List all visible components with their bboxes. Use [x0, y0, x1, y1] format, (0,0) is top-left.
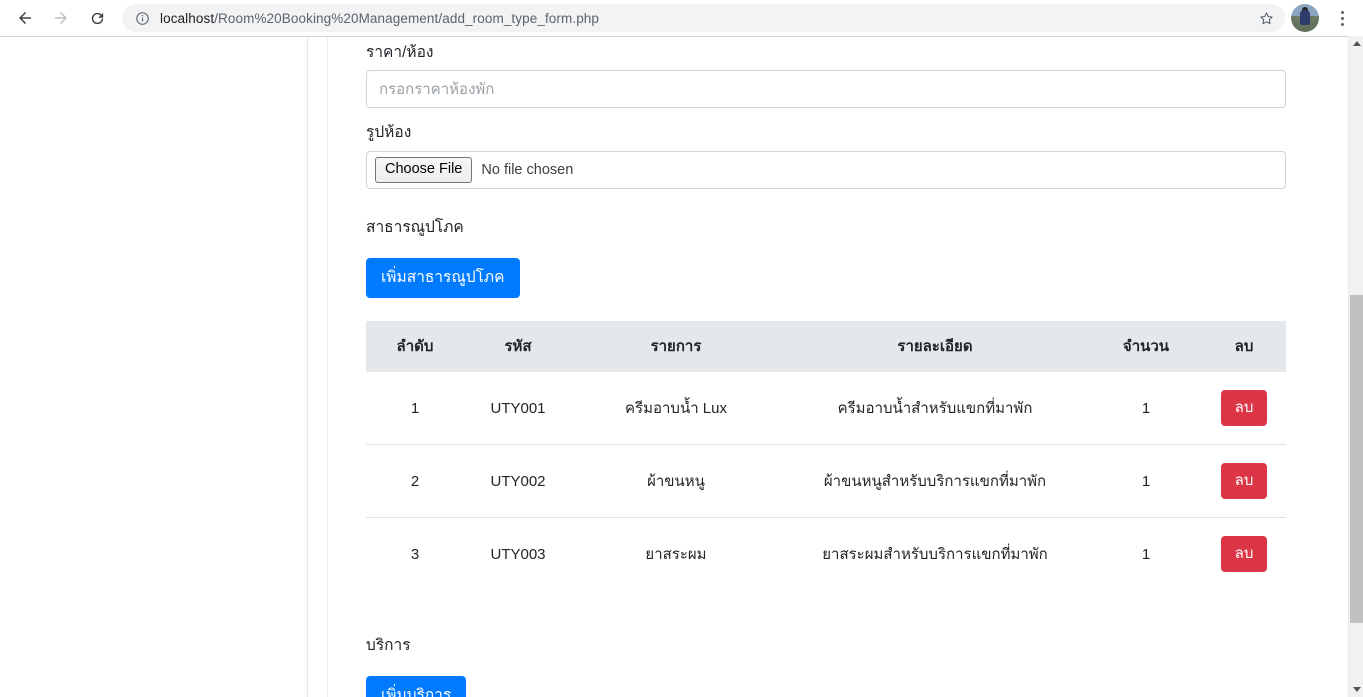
header-detail: รายละเอียด	[780, 321, 1090, 372]
menu-dot	[1341, 11, 1344, 14]
header-qty: จำนวน	[1090, 321, 1202, 372]
cell-item: ยาสระผม	[572, 518, 780, 591]
cell-detail: ครีมอาบน้ำสำหรับแขกที่มาพัก	[780, 372, 1090, 445]
menu-dot	[1341, 17, 1344, 20]
table-header-row: ลำดับ รหัส รายการ รายละเอียด จำนวน ลบ	[366, 321, 1286, 372]
utilities-table-head: ลำดับ รหัส รายการ รายละเอียด จำนวน ลบ	[366, 321, 1286, 372]
cell-code: UTY002	[464, 445, 572, 518]
header-no: ลำดับ	[366, 321, 464, 372]
forward-button[interactable]	[44, 1, 78, 35]
choose-file-button[interactable]: Choose File	[375, 157, 472, 183]
room-image-label: รูปห้อง	[366, 122, 1295, 144]
utilities-section-label: สาธารณูปโภค	[366, 214, 1295, 239]
price-input-placeholder: กรอกราคาห้องพัก	[379, 77, 494, 101]
url-host: localhost	[160, 11, 214, 26]
table-row: 1 UTY001 ครีมอาบน้ำ Lux ครีมอาบน้ำสำหรับ…	[366, 372, 1286, 445]
cell-code: UTY003	[464, 518, 572, 591]
vertical-scrollbar[interactable]	[1348, 36, 1363, 697]
room-type-form: ราคา/ห้อง กรอกราคาห้องพัก รูปห้อง Choose…	[328, 37, 1333, 697]
cell-code: UTY001	[464, 372, 572, 445]
add-utility-button[interactable]: เพิ่มสาธารณูปโภค	[366, 258, 520, 299]
scroll-down-arrow-icon[interactable]	[1349, 682, 1363, 697]
bookmark-star-icon[interactable]	[1253, 5, 1279, 31]
cell-delete: ลบ	[1202, 445, 1286, 518]
navigation-buttons	[8, 1, 114, 35]
cell-qty: 1	[1090, 445, 1202, 518]
arrow-right-icon	[52, 9, 70, 27]
reload-icon	[89, 10, 106, 27]
address-bar[interactable]: localhost/Room%20Booking%20Management/ad…	[122, 4, 1285, 32]
file-status-text: No file chosen	[481, 162, 573, 178]
cell-item: ครีมอาบน้ำ Lux	[572, 372, 780, 445]
cell-no: 1	[366, 372, 464, 445]
cell-detail: ผ้าขนหนูสำหรับบริการแขกที่มาพัก	[780, 445, 1090, 518]
header-delete: ลบ	[1202, 321, 1286, 372]
delete-row-button[interactable]: ลบ	[1221, 536, 1268, 572]
sidebar-divider	[307, 37, 308, 697]
utilities-table: ลำดับ รหัส รายการ รายละเอียด จำนวน ลบ 1 …	[366, 321, 1286, 590]
arrow-left-icon	[16, 9, 34, 27]
cell-qty: 1	[1090, 372, 1202, 445]
cell-detail: ยาสระผมสำหรับบริการแขกที่มาพัก	[780, 518, 1090, 591]
price-input[interactable]: กรอกราคาห้องพัก	[366, 70, 1286, 108]
back-button[interactable]	[8, 1, 42, 35]
browser-toolbar: localhost/Room%20Booking%20Management/ad…	[0, 0, 1363, 36]
cell-no: 2	[366, 445, 464, 518]
url-path: /Room%20Booking%20Management/add_room_ty…	[214, 11, 599, 26]
table-row: 2 UTY002 ผ้าขนหนู ผ้าขนหนูสำหรับบริการแข…	[366, 445, 1286, 518]
add-service-button[interactable]: เพิ่มบริการ	[366, 676, 466, 697]
room-image-file-input[interactable]: Choose File No file chosen	[366, 151, 1286, 189]
site-info-icon[interactable]	[134, 10, 150, 26]
chrome-menu-icon[interactable]	[1327, 3, 1357, 33]
avatar-body	[1300, 10, 1310, 25]
table-row: 3 UTY003 ยาสระผม ยาสระผมสำหรับบริการแขกท…	[366, 518, 1286, 591]
delete-row-button[interactable]: ลบ	[1221, 463, 1268, 499]
scroll-up-arrow-icon[interactable]	[1349, 36, 1363, 51]
cell-delete: ลบ	[1202, 518, 1286, 591]
cell-item: ผ้าขนหนู	[572, 445, 780, 518]
url-text: localhost/Room%20Booking%20Management/ad…	[160, 11, 599, 26]
utilities-table-body: 1 UTY001 ครีมอาบน้ำ Lux ครีมอาบน้ำสำหรับ…	[366, 372, 1286, 590]
service-section-label: บริการ	[366, 632, 1295, 657]
price-label: ราคา/ห้อง	[366, 42, 1295, 64]
page-viewport: ราคา/ห้อง กรอกราคาห้องพัก รูปห้อง Choose…	[0, 36, 1363, 697]
cell-delete: ลบ	[1202, 372, 1286, 445]
reload-button[interactable]	[80, 1, 114, 35]
menu-dot	[1341, 23, 1344, 26]
cell-no: 3	[366, 518, 464, 591]
profile-avatar[interactable]	[1291, 4, 1319, 32]
scrollbar-thumb[interactable]	[1350, 295, 1363, 623]
header-code: รหัส	[464, 321, 572, 372]
sidebar-pane	[0, 37, 307, 697]
cell-qty: 1	[1090, 518, 1202, 591]
delete-row-button[interactable]: ลบ	[1221, 390, 1268, 426]
header-item: รายการ	[572, 321, 780, 372]
